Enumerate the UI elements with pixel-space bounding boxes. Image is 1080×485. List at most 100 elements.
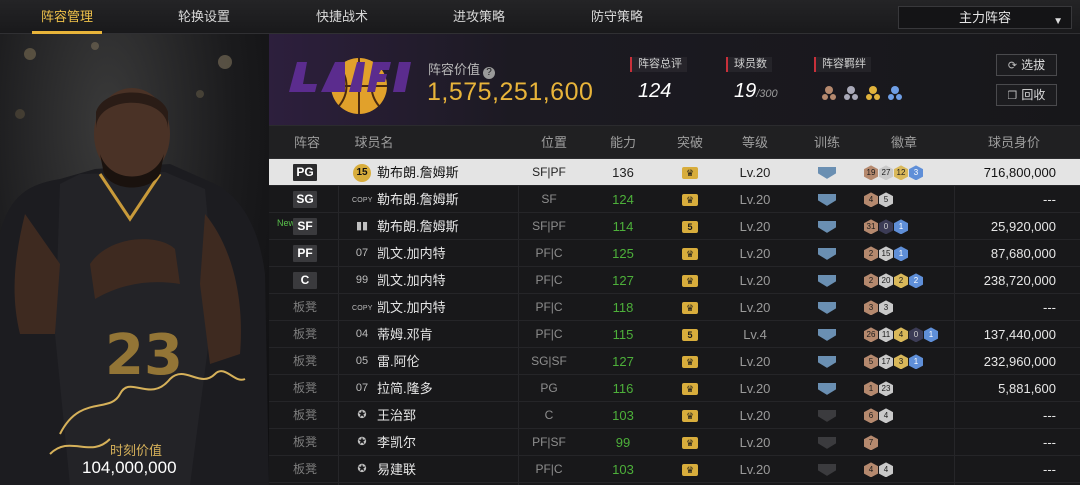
breakthrough-crown-icon[interactable] [677, 348, 703, 375]
training-shield-icon[interactable] [814, 159, 840, 186]
training-shield-icon[interactable] [814, 240, 840, 267]
table-row[interactable]: 板凳 05 雷.阿伦 SG|SF 127 Lv.20 51731 232,960,000 [269, 348, 1080, 375]
player-badges[interactable]: 7 [864, 429, 964, 456]
lineup-slot[interactable]: 板凳 [290, 326, 320, 343]
breakthrough-crown-icon[interactable] [677, 375, 703, 402]
tab-lineup-management[interactable]: 阵容管理 [20, 0, 114, 34]
table-row[interactable]: 板凳 COPY 凯文.加内特 PF|C 118 Lv.20 33 --- [269, 294, 1080, 321]
col-breakthrough[interactable]: 突破 [660, 126, 720, 159]
player-name[interactable]: 李凯尔 [377, 429, 517, 456]
table-row[interactable]: C99凯文.加内特PF|C127Lv.2022022238,720,000 [269, 267, 1080, 294]
player-name[interactable]: 凯文.加内特 [377, 294, 517, 321]
player-badges[interactable]: 26 11 4 0 1 [864, 321, 964, 348]
table-row[interactable]: 板凳 ✪ 李凯尔 PF|SF 99 Lv.20 7 --- [269, 429, 1080, 456]
table-row[interactable]: 板凳 07 拉简.隆多 PG 116 Lv.20 123 5,881,600 [269, 375, 1080, 402]
breakthrough-crown-icon[interactable] [677, 294, 703, 321]
breakthrough-crown-icon[interactable] [677, 159, 703, 186]
lineup-slot[interactable]: 板凳 [290, 353, 320, 370]
training-shield-icon[interactable] [814, 294, 840, 321]
breakthrough-crown-icon[interactable] [677, 402, 703, 429]
col-position[interactable]: 位置 [524, 126, 584, 159]
player-name[interactable]: 雷.阿伦 [377, 348, 517, 375]
player-name[interactable]: 勒布朗.詹姆斯 [377, 213, 517, 240]
table-row[interactable]: 板凳 ✪ 易建联 PF|C 103 Lv.20 44 --- [269, 456, 1080, 483]
training-shield-icon[interactable] [814, 348, 840, 375]
col-lineup[interactable]: 阵容 [279, 126, 335, 159]
training-shield-icon[interactable] [814, 456, 840, 483]
player-name[interactable]: 易建联 [377, 456, 517, 483]
table-row[interactable]: 板凳 ✪ 王治郅 C 103 Lv.20 64 --- [269, 402, 1080, 429]
col-name[interactable]: 球员名 [344, 126, 404, 159]
tab-rotation-settings[interactable]: 轮换设置 [157, 0, 251, 34]
breakthrough-crown-icon[interactable] [677, 456, 703, 483]
player-badges[interactable]: 64 [864, 402, 964, 429]
training-shield-icon[interactable] [814, 186, 840, 213]
breakthrough-crown-icon[interactable] [677, 429, 703, 456]
breakthrough-crown-icon[interactable] [677, 267, 703, 294]
recycle-button[interactable]: ❐ 回收 [996, 84, 1057, 106]
breakthrough-crown-icon[interactable] [677, 240, 703, 267]
player-name[interactable]: 蒂姆.邓肯 [377, 321, 517, 348]
player-badges[interactable]: 44 [864, 456, 964, 483]
lineup-slot[interactable]: 板凳 [290, 407, 320, 424]
copy-card-icon: COPY [352, 190, 372, 209]
breakthrough-level[interactable]: 5 [677, 321, 703, 348]
table-row[interactable]: New SF ▮▮ 勒布朗.詹姆斯 SF|PF 114 5 Lv.20 31 0 1 25,920,0… [269, 213, 1080, 240]
col-training[interactable]: 训练 [799, 126, 855, 159]
lineup-select-value: 主力阵容 [958, 10, 1011, 25]
lineup-slot[interactable]: PF [293, 245, 317, 262]
table-row[interactable]: SG COPY 勒布朗.詹姆斯 SF 124 Lv.20 45 --- [269, 186, 1080, 213]
player-name[interactable]: 拉简.隆多 [377, 375, 517, 402]
tab-defense-strategy[interactable]: 防守策略 [570, 0, 664, 34]
lineup-screen: 阵容管理 轮换设置 快捷战术 进攻策略 防守策略 主力阵容 ▼ 23 时刻价值 … [0, 0, 1080, 485]
player-ability: 99 [615, 435, 631, 450]
lineup-select-dropdown[interactable]: 主力阵容 ▼ [898, 6, 1072, 29]
col-level[interactable]: 等级 [725, 126, 785, 159]
training-shield-icon[interactable] [814, 213, 840, 240]
badge-hex-icon: 2 [864, 273, 878, 289]
badge-hex-icon: 1 [894, 219, 908, 235]
table-row[interactable]: PF 07 凯文.加内特 PF|C 125 Lv.20 2151 87,680,000 [269, 240, 1080, 267]
pick-button[interactable]: ⟳ 选拔 [996, 54, 1057, 76]
player-badges[interactable]: 31 0 1 [864, 213, 964, 240]
table-row[interactable]: PG 15 勒布朗.詹姆斯 SF|PF 136 Lv.20 1927123 716,800,0… [269, 159, 1080, 186]
player-worth: --- [1043, 435, 1056, 450]
lineup-slot[interactable]: SG [293, 191, 317, 208]
training-shield-icon[interactable] [814, 402, 840, 429]
breakthrough-crown-icon[interactable] [677, 186, 703, 213]
lineup-slot[interactable]: SF [293, 218, 317, 235]
lineup-slot[interactable]: 板凳 [290, 380, 320, 397]
player-name[interactable]: 勒布朗.詹姆斯 [377, 159, 517, 186]
tab-quick-tactics[interactable]: 快捷战术 [295, 0, 389, 34]
player-badges[interactable]: 2 15 1 [864, 240, 964, 267]
training-shield-icon[interactable] [814, 321, 840, 348]
training-shield-icon[interactable] [814, 429, 840, 456]
lineup-slot[interactable]: PG [293, 164, 317, 181]
lineup-slot[interactable]: 板凳 [290, 434, 320, 451]
player-name[interactable]: 勒布朗.詹姆斯 [377, 186, 517, 213]
tab-offense-strategy[interactable]: 进攻策略 [432, 0, 526, 34]
player-badges[interactable]: 2 20 2 2 [864, 267, 964, 294]
col-badges[interactable]: 徽章 [874, 126, 934, 159]
crown-icon [682, 382, 698, 395]
breakthrough-level[interactable]: 5 [677, 213, 703, 240]
lineup-slot[interactable]: 板凳 [290, 299, 320, 316]
player-badges[interactable]: 5 17 3 1 [864, 348, 964, 375]
player-name[interactable]: 凯文.加内特 [377, 240, 517, 267]
player-name[interactable]: 王治郅 [377, 402, 517, 429]
player-badges[interactable]: 45 [864, 186, 964, 213]
bond-icons[interactable] [820, 82, 910, 109]
lineup-slot[interactable]: 板凳 [290, 461, 320, 478]
training-shield-icon[interactable] [814, 375, 840, 402]
col-worth[interactable]: 球员身价 [969, 126, 1059, 159]
player-name[interactable]: 凯文.加内特 [377, 267, 517, 294]
training-shield-icon[interactable] [814, 267, 840, 294]
player-badges[interactable]: 33 [864, 294, 964, 321]
player-badges[interactable]: 1 23 [864, 375, 964, 402]
badge-hex-icon: 19 [864, 165, 878, 181]
player-badges[interactable]: 19 27 12 3 [864, 159, 964, 186]
col-ability[interactable]: 能力 [593, 126, 653, 159]
table-row[interactable]: 板凳 04 蒂姆.邓肯 PF|C 115 5 Lv.4 26 11 4 0 1 137,440,000 [269, 321, 1080, 348]
lineup-slot[interactable]: C [293, 272, 317, 289]
player-worth: 716,800,000 [983, 165, 1056, 180]
